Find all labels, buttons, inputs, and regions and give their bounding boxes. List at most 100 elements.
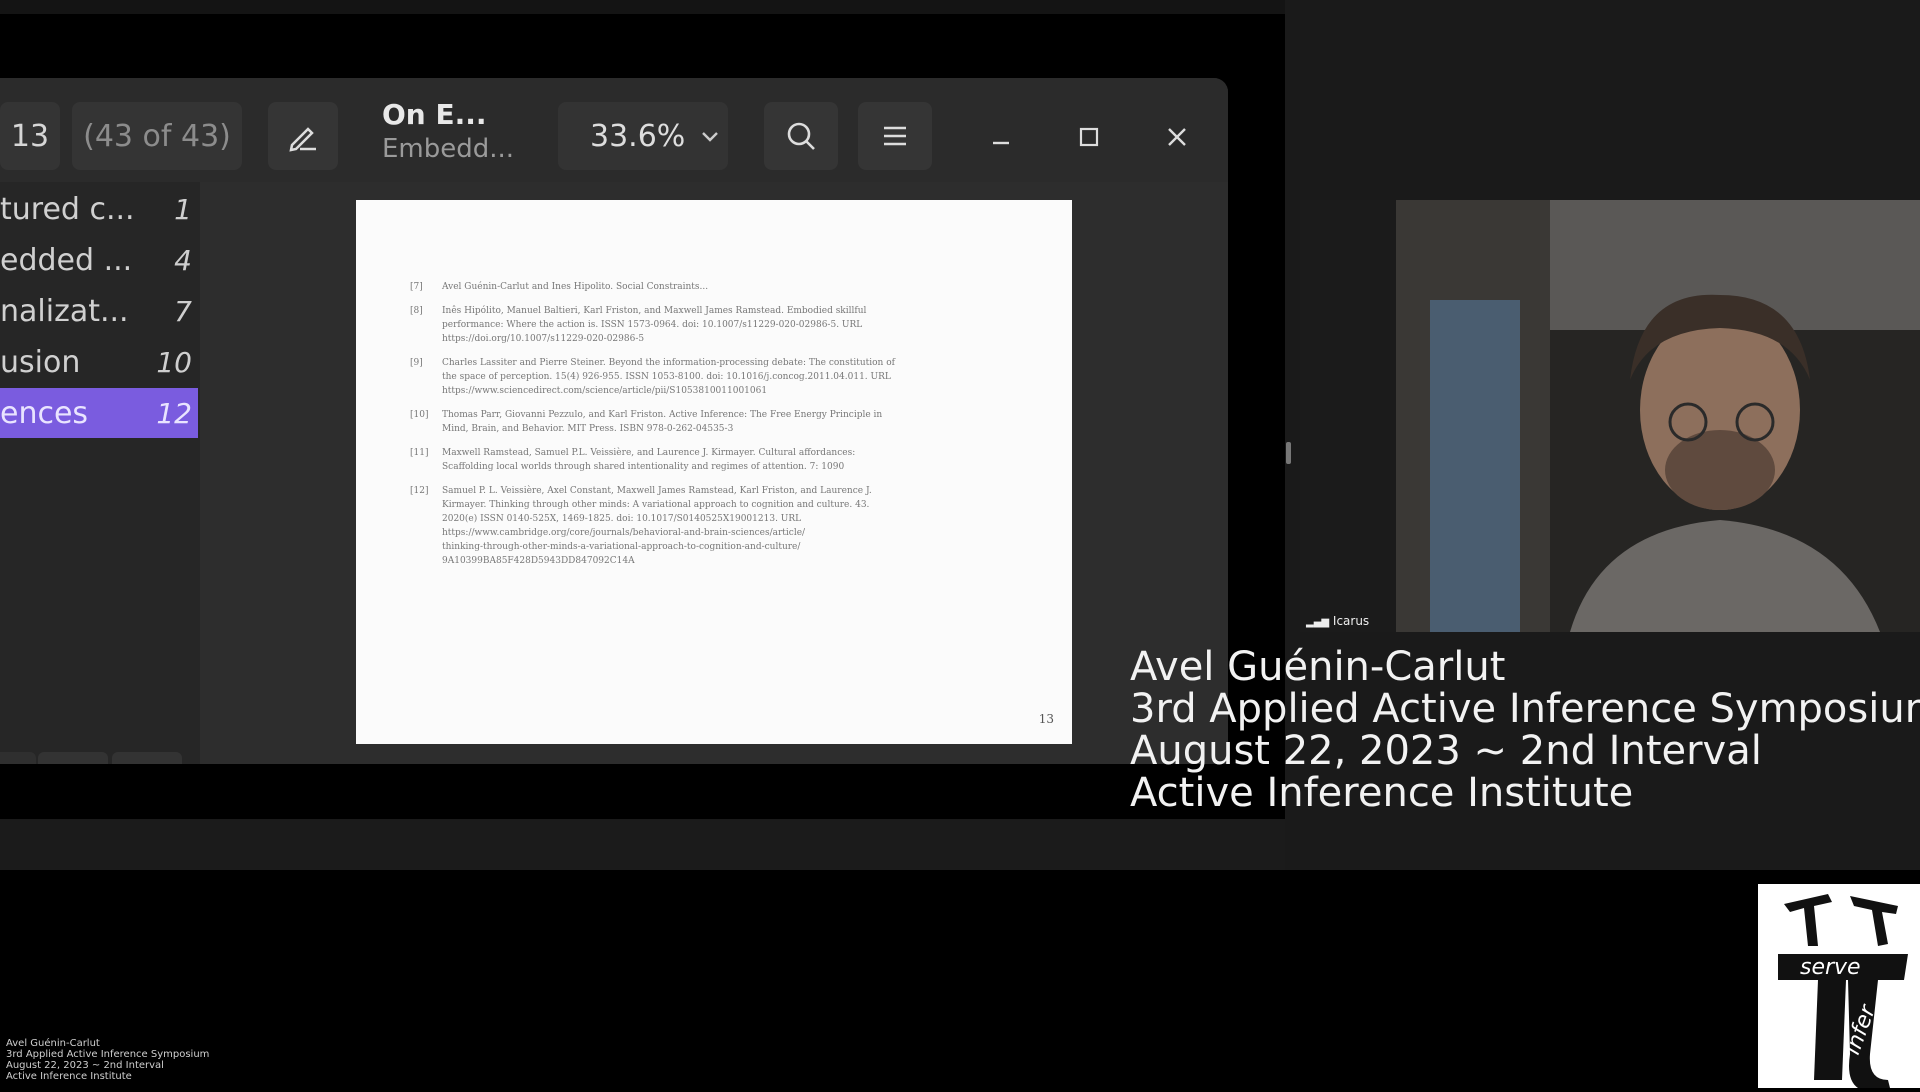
maximize-button[interactable] (1064, 112, 1114, 162)
document-title-text: On E... (382, 98, 487, 131)
screen-share-area: 13 (43 of 43) On E... Embedd... 33.6% tu… (0, 14, 1291, 819)
reference-line: [7] Avel Guénin-Carlut and Ines Hipolito.… (410, 280, 1010, 294)
reference-text: Mind, Brain, and Behavior. MIT Press. IS… (442, 424, 734, 434)
page-footer-number: 13 (1038, 712, 1054, 726)
logo-graphic: serve act infer (1778, 894, 1908, 1088)
reference-line: 2020(e) ISSN 0140-525X, 1469-1825. doi: … (410, 512, 1010, 526)
reference-text: https://doi.org/10.1007/s11229-020-02986… (442, 334, 645, 344)
hamburger-menu-icon (884, 126, 906, 146)
outline-item[interactable]: usion 10 (0, 337, 198, 387)
video-stage: 13 (43 of 43) On E... Embedd... 33.6% tu… (0, 0, 1920, 870)
outline-item-page: 1 (174, 192, 192, 226)
reference-text: Maxwell Ramstead, Samuel P.L. Veissière,… (442, 448, 856, 458)
reference-text: 9A10399BA85F428D5943DD847092C14A (442, 556, 635, 566)
outline-item-page: 12 (156, 396, 192, 430)
main-menu-button[interactable] (858, 102, 932, 170)
outline-item-label: ences (0, 395, 89, 431)
reference-number: [8] (410, 306, 423, 316)
reference-number: [7] (410, 282, 423, 292)
pencil-icon (289, 127, 316, 152)
minimize-button[interactable] (976, 112, 1026, 162)
reference-text: Kirmayer. Thinking through other minds: … (442, 500, 870, 510)
page-number-input[interactable]: 13 (0, 102, 60, 170)
reference-line: https://www.sciencedirect.com/science/ar… (410, 384, 1010, 398)
reference-line: Kirmayer. Thinking through other minds: … (410, 498, 1010, 512)
reference-text: thinking-through-other-minds-a-variation… (442, 542, 801, 552)
reference-number: [12] (410, 486, 429, 496)
speaker-video: ▂▄▆ Icarus (1300, 200, 1920, 632)
outline-item[interactable]: edded ... 4 (0, 235, 198, 285)
header-bar: 13 (43 of 43) On E... Embedd... 33.6% (0, 78, 1228, 182)
reference-text: 2020(e) ISSN 0140-525X, 1469-1825. doi: … (442, 514, 802, 524)
institute-logo: serve act infer (1758, 884, 1920, 1088)
signal-icon: ▂▄▆ (1306, 617, 1330, 628)
reference-text: Avel Guénin-Carlut and Ines Hipolito. So… (442, 282, 709, 292)
reference-line: Mind, Brain, and Behavior. MIT Press. IS… (410, 422, 1010, 436)
reference-line: [11] Maxwell Ramstead, Samuel P.L. Veissi… (410, 446, 1010, 460)
caption-line-date: August 22, 2023 ~ 2nd Interval (1130, 728, 1762, 774)
maximize-icon (1079, 127, 1099, 147)
logo-infer-text: infer (1840, 1000, 1881, 1058)
bookmarks-button[interactable] (112, 752, 182, 764)
top-strip (0, 0, 1285, 14)
outline-item-page: 10 (156, 345, 192, 379)
reference-text: the space of perception. 15(4) 926-955. … (442, 372, 891, 382)
caption-line-org: Active Inference Institute (1130, 770, 1634, 816)
outline-item-label: tured c... (0, 191, 135, 227)
zoom-dropdown[interactable]: 33.6% (558, 102, 728, 170)
document-title: On E... Embedd... (382, 96, 532, 164)
annotate-button[interactable] (268, 102, 338, 170)
outline-item[interactable]: tured c... 1 (0, 184, 198, 234)
small-caption-line: August 22, 2023 ~ 2nd Interval (6, 1060, 164, 1071)
logo-serve-text: serve (1800, 955, 1861, 980)
outline-item[interactable]: nalizat... 7 (0, 286, 198, 336)
search-icon (787, 122, 815, 150)
outline-item-label: nalizat... (0, 293, 129, 329)
reference-text: performance: Where the action is. ISSN 1… (442, 320, 863, 330)
small-caption-line: 3rd Applied Active Inference Symposium (6, 1049, 210, 1060)
reference-text: Samuel P. L. Veissière, Axel Constant, M… (442, 486, 872, 496)
small-caption-line: Avel Guénin-Carlut (6, 1038, 100, 1049)
outline-item-selected[interactable]: ences 12 (0, 388, 198, 438)
close-icon (1168, 128, 1186, 146)
window-resize-handle[interactable] (1286, 442, 1291, 464)
small-caption-line: Active Inference Institute (6, 1071, 132, 1082)
search-button[interactable] (764, 102, 838, 170)
caption-line-event: 3rd Applied Active Inference Symposium (1130, 686, 1920, 732)
reference-text: https://www.sciencedirect.com/science/ar… (442, 386, 768, 396)
outline-item-page: 7 (174, 294, 192, 328)
reference-line: [12] Samuel P. L. Veissière, Axel Constan… (410, 484, 1010, 498)
caption-line-speaker: Avel Guénin-Carlut (1130, 644, 1506, 690)
list-view-button[interactable] (0, 752, 36, 764)
outline-item-page: 4 (174, 243, 192, 277)
outline-item-label: edded ... (0, 242, 133, 278)
reference-line: [8] Inês Hipólito, Manuel Baltieri, Karl … (410, 304, 1010, 318)
reference-line: [10] Thomas Parr, Giovanni Pezzulo, and K… (410, 408, 1010, 422)
page-of-text: (43 of 43) (83, 118, 231, 154)
reference-text: Charles Lassiter and Pierre Steiner. Bey… (442, 358, 895, 368)
logo-act-text: act (1785, 1018, 1816, 1057)
reference-line: the space of perception. 15(4) 926-955. … (410, 370, 1010, 384)
reference-line: Scaffolding local worlds through shared … (410, 460, 1010, 474)
annotations-button[interactable] (38, 752, 108, 764)
page-count-label: (43 of 43) (72, 102, 242, 170)
reference-text: Scaffolding local worlds through shared … (442, 462, 845, 472)
outline-sidebar: tured c... 1 edded ... 4 nalizat... 7 us… (0, 182, 200, 764)
small-caption: Avel Guénin-Carlut 3rd Applied Active In… (6, 1038, 209, 1082)
reference-text: https://www.cambridge.org/core/journals/… (442, 528, 806, 538)
reference-line: performance: Where the action is. ISSN 1… (410, 318, 1010, 332)
minimize-icon (993, 141, 1009, 145)
document-subtitle-text: Embedd... (382, 134, 515, 164)
lower-third-caption: Avel Guénin-Carlut 3rd Applied Active In… (1130, 646, 1920, 814)
reference-line: 9A10399BA85F428D5943DD847092C14A (410, 554, 1010, 568)
pdf-page: [7] Avel Guénin-Carlut and Ines Hipolito.… (356, 200, 1072, 744)
bottom-strip (0, 820, 1285, 870)
reference-line: thinking-through-other-minds-a-variation… (410, 540, 1010, 554)
sidebar-footer (0, 742, 200, 764)
zoom-value: 33.6% (590, 118, 686, 154)
chevron-down-icon (702, 132, 719, 142)
reference-number: [11] (410, 448, 429, 458)
close-button[interactable] (1152, 112, 1202, 162)
page-current: 13 (10, 118, 50, 154)
reference-line: https://doi.org/10.1007/s11229-020-02986… (410, 332, 1010, 346)
